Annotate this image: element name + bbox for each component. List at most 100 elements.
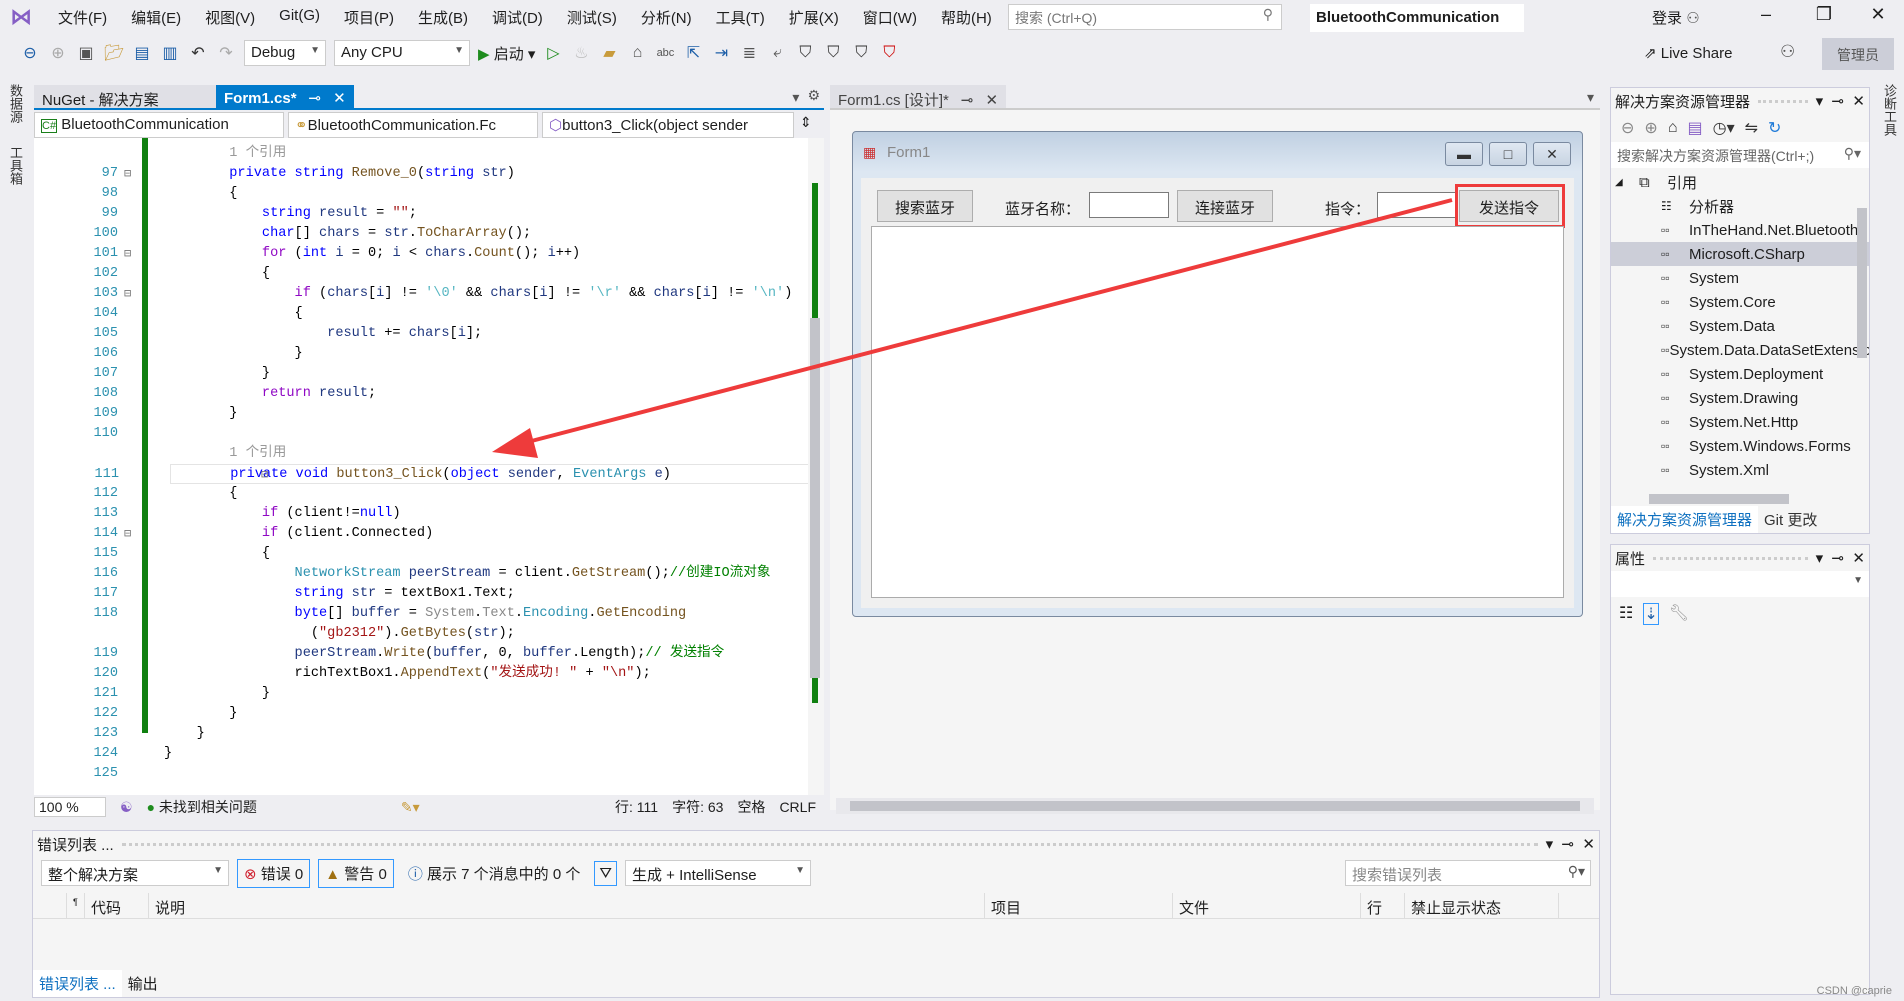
column-project[interactable]: 项目 [985,893,1173,918]
new-project-icon[interactable]: ▣ [76,43,96,63]
eol-indicator[interactable]: CRLF [779,799,816,815]
login-button[interactable]: 登录 ⚇ [1652,7,1700,28]
form-maximize-button[interactable]: □ [1489,142,1527,166]
save-icon[interactable]: ▤ [132,43,152,63]
back-icon[interactable]: ⊖ [1621,118,1634,138]
tab-error-list[interactable]: 错误列表 ... [33,970,122,997]
filter-button[interactable]: ⛛ [594,860,617,886]
member-dropdown[interactable]: ⬡button3_Click(object sender [542,112,794,138]
start-button[interactable]: ▶ 启动 ▾ [478,43,535,64]
code-line[interactable]: 122 } [34,704,804,724]
code-line[interactable]: 118 byte[] buffer = System.Text.Encoding… [34,604,804,624]
home-icon[interactable]: ⌂ [1668,119,1678,137]
class-dropdown[interactable]: ⚭BluetoothCommunication.Fc [288,112,538,138]
code-line[interactable]: 106 } [34,344,804,364]
tab-nuget[interactable]: NuGet - 解决方案 [34,85,216,109]
step-icon[interactable]: ⇱ [683,43,703,63]
search-bluetooth-button[interactable]: 搜索蓝牙 [877,190,973,222]
code-line[interactable]: 117 string str = textBox1.Text; [34,584,804,604]
project-dropdown[interactable]: C# BluetoothCommunication [34,112,284,138]
menu-item[interactable]: 窗口(W) [851,7,929,28]
alphabetical-icon[interactable]: ⇣ [1643,603,1659,625]
code-line[interactable]: 120 richTextBox1.AppendText("发送成功! " + "… [34,664,804,684]
column-description[interactable]: 说明 [149,893,985,918]
connect-bluetooth-button[interactable]: 连接蓝牙 [1177,190,1273,222]
split-icon[interactable]: ⇕ [798,112,814,138]
code-line[interactable]: 97 private string Remove_0(string str) ⊟ [34,164,804,184]
form-minimize-button[interactable]: ▬ [1445,142,1483,166]
column-line[interactable]: 行 [1361,893,1405,918]
diagnostic-tools-tab[interactable]: 诊断工具 [1880,84,1899,136]
collapse-icon[interactable]: ⊟ [124,524,131,544]
code-line[interactable]: 124} [34,744,804,764]
format-icon[interactable]: ⇥ [711,43,731,63]
menu-item[interactable]: 视图(V) [193,7,267,28]
close-button[interactable]: ✕ [1858,4,1898,25]
menu-item[interactable]: 编辑(E) [119,7,193,28]
tree-node-reference[interactable]: ▫▫ InTheHand.Net.Bluetooth [1611,218,1869,242]
tree-node-reference[interactable]: ▫▫ System.Data.DataSetExtensions [1611,338,1869,362]
code-line[interactable]: 114 if (client.Connected) ⊟ [34,524,804,544]
live-share-button[interactable]: ⇗ Live Share [1644,44,1732,62]
categorized-icon[interactable]: ☷ [1619,603,1633,625]
tree-node-reference[interactable]: ▫▫ System.Windows.Forms [1611,434,1869,458]
tab-form1-cs[interactable]: Form1.cs* ⊸ ✕ [216,85,354,108]
whitespace-indicator[interactable]: 空格 [737,797,765,817]
code-editor[interactable]: 1 个引用 97 private string Remove_0(string s… [34,138,824,795]
code-line[interactable]: 110 [34,424,804,444]
errors-filter-button[interactable]: ⊗ 错误 0 [237,858,311,888]
collapse-icon[interactable]: ⊟ [124,284,131,304]
redo-icon[interactable]: ↷ [216,43,236,63]
window-icon[interactable]: ⌂ [627,44,647,62]
sync-icon[interactable]: ⇋ [1745,118,1758,138]
bluetooth-name-textbox[interactable] [1089,192,1169,218]
data-sources-tab[interactable]: 数据源 [6,84,25,123]
code-line[interactable]: 107 } [34,364,804,384]
back-icon[interactable]: ⊖ [20,43,40,63]
rich-text-box[interactable] [871,226,1564,598]
code-line[interactable]: 109 } [34,404,804,424]
history-icon[interactable]: ◷▾ [1713,118,1735,138]
bookmark-icon[interactable]: ⛉ [795,44,815,62]
code-line[interactable]: 119 peerStream.Write(buffer, 0, buffer.L… [34,644,804,664]
code-line[interactable]: 102 { [34,264,804,284]
collapse-icon[interactable]: ⊟ [261,465,268,485]
search-input[interactable]: 搜索 (Ctrl+Q) ⚲ [1008,4,1282,30]
pin-icon[interactable]: ⊸ [309,90,322,107]
close-tab-icon[interactable]: ✕ [333,90,346,107]
code-line[interactable]: 115 { [34,544,804,564]
hot-reload-icon[interactable]: ♨ [571,43,591,63]
column-file[interactable]: 文件 [1173,893,1361,918]
restore-button[interactable]: ❐ [1804,4,1844,25]
code-line[interactable]: 100 char[] chars = str.ToCharArray(); [34,224,804,244]
code-annotation[interactable]: 1 个引用 [34,444,804,464]
close-icon[interactable]: ✕ [1582,835,1595,853]
switch-views-icon[interactable]: ▤ [1687,118,1702,138]
warnings-filter-button[interactable]: ▲ 警告 0 [318,858,394,888]
pin-icon[interactable]: ⊸ [1562,835,1575,853]
tab-list-icon[interactable]: ▾ [788,85,803,108]
code-line[interactable]: 105 result += chars[i]; [34,324,804,344]
dropdown-icon[interactable]: ▾ [1816,549,1824,567]
code-line[interactable]: 112 { [34,484,804,504]
property-pages-icon[interactable]: 🔧︎ [1669,603,1689,625]
prev-bookmark-icon[interactable]: ⛉ [823,44,843,62]
solution-search-input[interactable]: 搜索解决方案资源管理器(Ctrl+;) ⚲▾ [1611,142,1869,168]
scope-select[interactable]: 整个解决方案 ▼ [41,860,229,886]
tab-list-icon[interactable]: ▾ [1587,89,1594,106]
pin-icon[interactable]: ⊸ [1832,549,1845,567]
source-select[interactable]: 生成 + IntelliSense ▼ [624,860,811,886]
tree-node-reference[interactable]: ▫▫ System.Xml [1611,458,1869,482]
refresh-icon[interactable]: ↻ [1768,118,1781,138]
code-line[interactable]: 123 } [34,724,804,744]
code-line[interactable]: 113 if (client!=null) [34,504,804,524]
close-tab-icon[interactable]: ✕ [985,92,998,109]
object-select[interactable]: ▼ [1611,571,1869,597]
tab-form1-designer[interactable]: Form1.cs [设计]* ⊸ ✕ [830,85,1007,109]
tree-node-reference[interactable]: ▫▫ System.Drawing [1611,386,1869,410]
tree-node-reference[interactable]: ▫▫ System.Data [1611,314,1869,338]
menu-item[interactable]: 测试(S) [555,7,629,28]
tree-node-reference[interactable]: ▫▫ System.Net.Http [1611,410,1869,434]
editor-vertical-scrollbar[interactable] [808,138,824,795]
configuration-select[interactable]: Debug ▼ [244,40,326,66]
